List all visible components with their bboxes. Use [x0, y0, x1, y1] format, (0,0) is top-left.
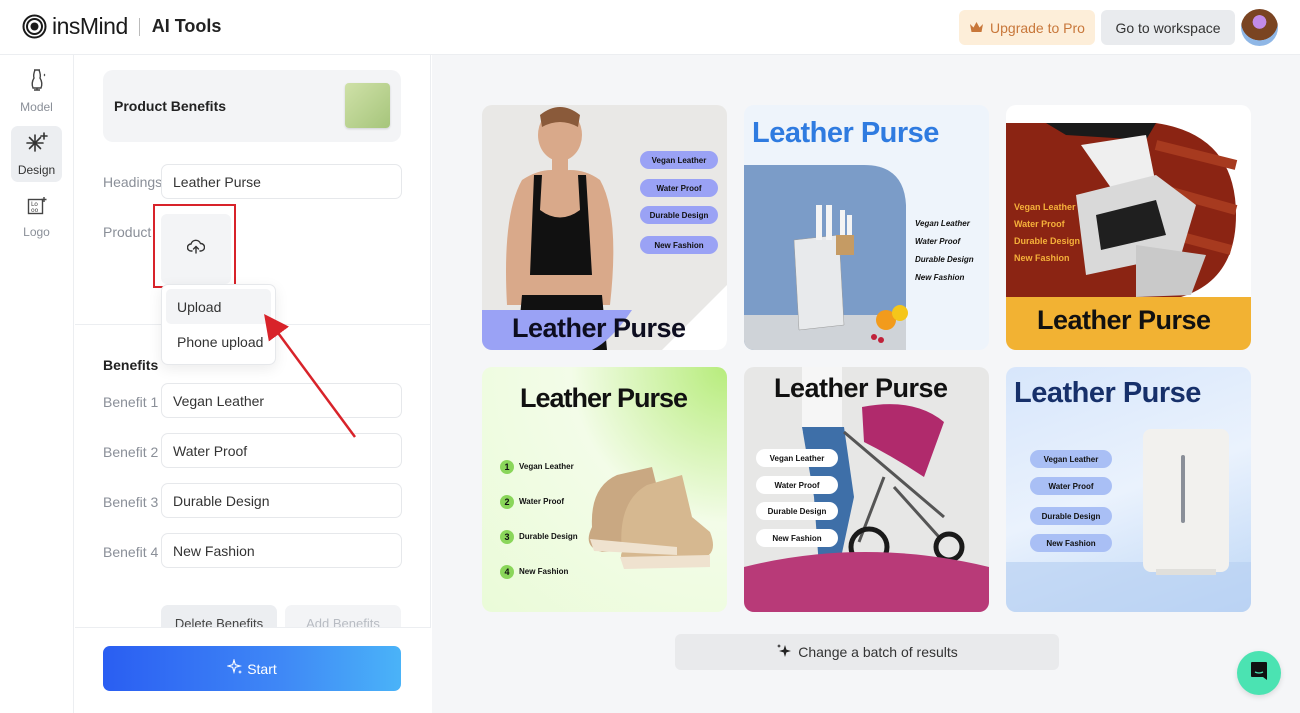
crown-icon — [969, 20, 984, 36]
headings-label: Headings — [103, 174, 163, 190]
benefit-3-input[interactable] — [161, 483, 402, 518]
tool-rail: Model Design Lo oo Logo — [0, 55, 74, 713]
upload-dropdown-menu: Upload Phone upload — [161, 284, 276, 365]
chat-icon — [1250, 661, 1268, 686]
change-batch-button[interactable]: Change a batch of results — [675, 634, 1059, 670]
result-card[interactable]: Leather Purse Vegan Leather Water Proof … — [744, 367, 989, 612]
rail-item-design[interactable]: Design — [11, 126, 62, 182]
start-button[interactable]: Start — [103, 646, 401, 691]
benefit-4-input[interactable] — [161, 533, 402, 568]
results-area: Vegan Leather Water Proof Durable Design… — [432, 55, 1300, 713]
upgrade-label: Upgrade to Pro — [990, 19, 1085, 36]
benefit-text: Durable Design — [1014, 236, 1081, 246]
benefit-text: New Fashion — [519, 567, 569, 576]
benefit-text: Vegan Leather — [1014, 202, 1076, 212]
rail-label: Logo — [23, 224, 50, 239]
start-label: Start — [247, 660, 277, 677]
change-batch-label: Change a batch of results — [798, 644, 958, 660]
upgrade-to-pro-button[interactable]: Upgrade to Pro — [959, 10, 1095, 45]
benefit-1-input[interactable] — [161, 383, 402, 418]
template-card[interactable]: Product Benefits — [103, 70, 401, 142]
rail-label: Design — [17, 162, 56, 177]
rail-label: Model — [20, 99, 53, 114]
svg-text:oo: oo — [31, 207, 39, 214]
benefit-pill: Vegan Leather — [640, 151, 718, 169]
benefits-title: Benefits — [103, 357, 159, 373]
numbered-benefit: 1 Vegan Leather — [500, 449, 578, 484]
template-thumbnail — [345, 83, 390, 128]
numbered-benefits: 1 Vegan Leather 2 Water Proof 3 Durable Des… — [500, 449, 578, 589]
rail-item-model[interactable]: Model — [11, 63, 62, 119]
sparkle-icon — [226, 657, 243, 678]
sparkles-icon — [776, 643, 792, 662]
benefit-text: Durable Design — [915, 255, 974, 264]
benefit-pill: Durable Design — [756, 502, 838, 520]
brand-divider — [138, 17, 140, 36]
template-title: Product Benefits — [114, 98, 227, 114]
numbered-benefit: 2 Water Proof — [500, 484, 578, 519]
top-bar: insMind AI Tools Upgrade to Pro Go to wo… — [0, 0, 1300, 55]
numbered-benefit: 3 Durable Design — [500, 519, 578, 554]
benefit-text: Vegan Leather — [915, 219, 970, 228]
card-headline: Leather Purse — [774, 373, 948, 403]
benefit-pill: Water Proof — [1030, 477, 1112, 495]
benefit-pill: Vegan Leather — [756, 449, 838, 467]
card-headline: Leather Purse — [512, 313, 686, 343]
benefit-pill: Water Proof — [640, 179, 718, 197]
panel-footer: Start — [75, 627, 431, 713]
number-badge: 4 — [500, 564, 514, 579]
go-to-workspace-button[interactable]: Go to workspace — [1101, 10, 1235, 45]
section-title: AI Tools — [151, 16, 222, 36]
brand-name: insMind — [52, 13, 128, 39]
benefit-text: Vegan Leather — [519, 462, 574, 471]
menu-item-upload[interactable]: Upload — [166, 289, 271, 324]
dress-form-icon — [27, 68, 47, 96]
chat-support-button[interactable] — [1237, 651, 1281, 695]
number-badge: 1 — [500, 459, 514, 474]
benefit-list: Vegan Leather Water Proof Durable Design… — [915, 215, 974, 287]
benefit-pill: Durable Design — [1030, 507, 1112, 525]
benefit-2-input[interactable] — [161, 433, 402, 468]
insmind-logo-icon — [22, 14, 47, 39]
result-card[interactable]: Vegan Leather Water Proof Durable Design… — [482, 105, 727, 350]
benefit-2-label: Benefit 2 — [103, 444, 159, 460]
benefit-list: Vegan Leather Water Proof Durable Design… — [1014, 199, 1080, 267]
benefit-1-label: Benefit 1 — [103, 394, 159, 410]
result-card[interactable]: Leather Purse Vegan Leather Water Proof … — [1006, 367, 1251, 612]
benefit-pill: New Fashion — [1030, 534, 1112, 552]
headings-input[interactable] — [161, 164, 402, 199]
numbered-benefit: 4 New Fashion — [500, 554, 578, 589]
rail-item-logo[interactable]: Lo oo Logo — [11, 189, 62, 245]
benefit-text: New Fashion — [1014, 253, 1070, 263]
benefit-text: Water Proof — [519, 497, 565, 506]
benefit-pill: New Fashion — [756, 529, 838, 547]
result-card[interactable]: Leather Purse Vegan Leather Water Proof … — [744, 105, 989, 350]
cloud-upload-icon — [186, 239, 206, 260]
settings-panel: Product Benefits Headings Product Benefi… — [75, 55, 431, 713]
benefit-pill: Durable Design — [640, 206, 718, 224]
benefit-pill: New Fashion — [640, 236, 718, 254]
benefit-text: Durable Design — [519, 532, 578, 541]
logo-grid-icon: Lo oo — [27, 196, 47, 221]
benefit-text: New Fashion — [915, 273, 965, 282]
benefit-3-label: Benefit 3 — [103, 494, 159, 510]
menu-item-phone-upload[interactable]: Phone upload — [166, 324, 271, 359]
number-badge: 3 — [500, 529, 514, 544]
benefit-text: Water Proof — [915, 237, 961, 246]
card-headline: Leather Purse — [1037, 305, 1211, 335]
product-label: Product — [103, 224, 152, 240]
benefit-pill: Water Proof — [756, 476, 838, 494]
benefit-4-label: Benefit 4 — [103, 544, 159, 560]
brand[interactable]: insMind AI Tools — [22, 13, 221, 40]
user-avatar[interactable] — [1241, 9, 1278, 46]
result-card[interactable]: Vegan Leather Water Proof Durable Design… — [1006, 105, 1251, 350]
benefit-text: Water Proof — [1014, 219, 1065, 229]
benefit-pill: Vegan Leather — [1030, 450, 1112, 468]
magic-sparkle-icon — [25, 131, 48, 159]
number-badge: 2 — [500, 494, 514, 509]
result-card[interactable]: Leather Purse 1 Vegan Leather 2 Water Proo… — [482, 367, 727, 612]
product-upload-box[interactable] — [161, 214, 231, 284]
